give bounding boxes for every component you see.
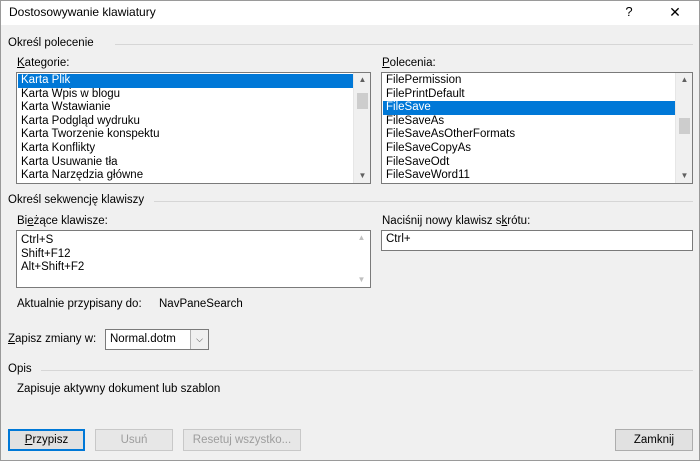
command-section-divider — [115, 44, 693, 45]
category-item[interactable]: Karta Wpis w blogu — [18, 88, 354, 102]
close-button[interactable]: Zamknij — [615, 429, 693, 451]
command-item[interactable]: FilePrintDefault — [383, 88, 676, 102]
assigned-to-value: NavPaneSearch — [159, 298, 243, 310]
categories-label: Kategorie: — [17, 57, 70, 69]
keys-section-label: Określ sekwencję klawiszy — [8, 194, 145, 206]
command-item[interactable]: FileSaveCopyAs — [383, 142, 676, 156]
description-section-divider — [41, 370, 693, 371]
current-keys-listbox[interactable]: Ctrl+S Shift+F12 Alt+Shift+F2 ▲ ▼ — [16, 230, 371, 288]
chevron-down-icon[interactable]: ⌵ — [190, 330, 208, 349]
category-item[interactable]: Karta Usuwanie tła — [18, 156, 354, 170]
assigned-to-label: Aktualnie przypisany do: — [17, 298, 142, 310]
categories-listbox[interactable]: Karta Plik Karta Wpis w blogu Karta Wsta… — [16, 72, 371, 184]
scroll-up-icon[interactable]: ▲ — [353, 231, 370, 245]
categories-list: Karta Plik Karta Wpis w blogu Karta Wsta… — [18, 74, 354, 183]
command-item[interactable]: FileSave — [383, 101, 676, 115]
commands-listbox[interactable]: FilePermission FilePrintDefault FileSave… — [381, 72, 693, 184]
title-bar: Dostosowywanie klawiatury ? ✕ — [1, 1, 699, 25]
commands-scroll-thumb[interactable] — [679, 118, 690, 134]
help-button[interactable]: ? — [610, 1, 648, 25]
command-item[interactable]: FileSaveAs — [383, 115, 676, 129]
scroll-down-icon[interactable]: ▼ — [353, 273, 370, 287]
current-key-item[interactable]: Shift+F12 — [18, 248, 354, 262]
customize-keyboard-dialog: Dostosowywanie klawiatury ? ✕ Określ pol… — [0, 0, 700, 461]
scroll-up-icon[interactable]: ▲ — [354, 73, 370, 87]
assign-button[interactable]: Przypisz — [8, 429, 85, 451]
current-key-item[interactable]: Alt+Shift+F2 — [18, 261, 354, 275]
current-keys-scrollbar[interactable]: ▲ ▼ — [353, 231, 370, 287]
keys-section-divider — [154, 201, 693, 202]
current-key-item[interactable]: Ctrl+S — [18, 234, 354, 248]
categories-scroll-thumb[interactable] — [357, 93, 368, 109]
category-item[interactable]: Karta Konflikty — [18, 142, 354, 156]
reset-all-button[interactable]: Resetuj wszystko... — [183, 429, 301, 451]
current-keys-list: Ctrl+S Shift+F12 Alt+Shift+F2 — [18, 234, 354, 275]
save-in-dropdown[interactable]: Normal.dotm ⌵ — [105, 329, 209, 350]
new-shortcut-input[interactable]: Ctrl+ — [381, 230, 693, 251]
category-item[interactable]: Karta Podgląd wydruku — [18, 115, 354, 129]
remove-button[interactable]: Usuń — [95, 429, 173, 451]
command-item[interactable]: FilePermission — [383, 74, 676, 88]
save-in-label: Zapisz zmiany w: — [8, 333, 97, 345]
command-item[interactable]: FileSaveOdt — [383, 156, 676, 170]
scroll-up-icon[interactable]: ▲ — [676, 73, 692, 87]
commands-scrollbar[interactable]: ▲ ▼ — [675, 73, 692, 183]
scroll-down-icon[interactable]: ▼ — [354, 169, 370, 183]
window-title: Dostosowywanie klawiatury — [9, 5, 156, 19]
scroll-down-icon[interactable]: ▼ — [676, 169, 692, 183]
command-item[interactable]: FileSaveWord11 — [383, 169, 676, 183]
category-item[interactable]: Karta Wstawianie — [18, 101, 354, 115]
categories-scrollbar[interactable]: ▲ ▼ — [353, 73, 370, 183]
new-shortcut-label: Naciśnij nowy klawisz skrótu: — [382, 215, 531, 227]
command-item[interactable]: FileSaveAsOtherFormats — [383, 128, 676, 142]
category-item[interactable]: Karta Narzędzia główne — [18, 169, 354, 183]
current-keys-label: Bieżące klawisze: — [17, 215, 108, 227]
description-section-label: Opis — [8, 363, 32, 375]
save-in-value: Normal.dotm — [110, 333, 176, 345]
close-icon[interactable]: ✕ — [656, 1, 694, 25]
category-item[interactable]: Karta Plik — [18, 74, 354, 88]
commands-list: FilePermission FilePrintDefault FileSave… — [383, 74, 676, 183]
description-text: Zapisuje aktywny dokument lub szablon — [17, 383, 221, 395]
commands-label: Polecenia: — [382, 57, 436, 69]
command-section-label: Określ polecenie — [8, 37, 94, 49]
category-item[interactable]: Karta Tworzenie konspektu — [18, 128, 354, 142]
